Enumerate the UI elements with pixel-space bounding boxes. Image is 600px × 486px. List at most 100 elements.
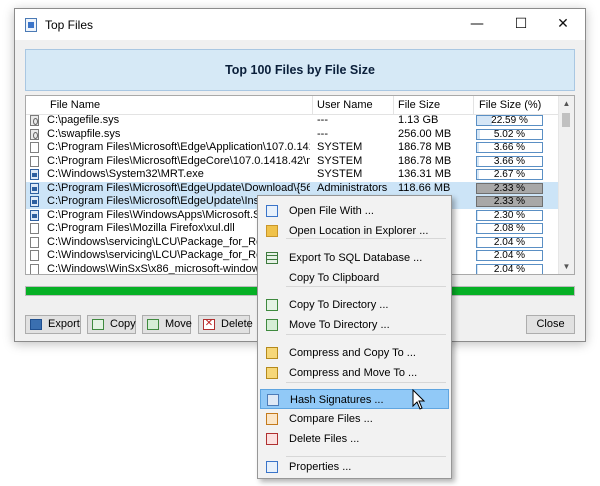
size-percent-bar: 2.08 %	[476, 223, 543, 234]
open-with-icon	[266, 205, 278, 217]
file-size-cell: 186.78 MB	[398, 154, 452, 167]
size-percent-bar: 3.66 %	[476, 142, 543, 153]
user-name-cell: SYSTEM	[317, 141, 363, 153]
user-name-cell: SYSTEM	[317, 154, 363, 167]
scroll-up-icon[interactable]: ▲	[559, 96, 574, 111]
file-name-cell: C:\swapfile.sys	[47, 127, 121, 140]
export-label: Export	[48, 318, 80, 330]
menu-separator	[286, 382, 446, 383]
size-percent-bar: 2.33 %	[476, 182, 543, 194]
copy-icon	[92, 319, 104, 330]
scroll-down-icon[interactable]: ▼	[559, 259, 574, 274]
size-percent-label: 3.66 %	[493, 155, 526, 167]
scroll-thumb[interactable]	[562, 113, 570, 127]
table-row[interactable]: C:\Program Files\Microsoft\EdgeUpdate\Do…	[26, 181, 560, 195]
hash-icon	[267, 394, 279, 406]
vertical-scrollbar[interactable]: ▲ ▼	[558, 96, 574, 274]
file-name-cell: C:\pagefile.sys	[47, 114, 120, 126]
table-row[interactable]: C:\swapfile.sys --- 256.00 MB 5.02 %	[26, 128, 560, 142]
menu-item-label: Open Location in Explorer ...	[289, 225, 429, 237]
window-title: Top Files	[45, 18, 94, 32]
user-name-cell: ---	[317, 114, 328, 126]
column-file-name[interactable]: File Name	[50, 99, 100, 111]
menu-item[interactable]: Compress and Move To ...	[260, 363, 449, 383]
file-size-cell: 186.78 MB	[398, 141, 452, 153]
compress-copy-icon	[266, 347, 278, 359]
move-button[interactable]: Move	[142, 315, 192, 334]
menu-separator	[286, 456, 446, 457]
column-separator[interactable]	[473, 96, 474, 114]
move-label: Move	[165, 318, 192, 330]
menu-item-label: Compress and Move To ...	[289, 367, 418, 379]
delete-label: Delete	[221, 318, 253, 330]
size-percent-fill	[477, 237, 479, 247]
menu-item-label: Properties ...	[289, 461, 352, 473]
file-icon	[30, 236, 39, 248]
delete-icon	[266, 433, 278, 445]
minimize-button[interactable]: —	[455, 9, 499, 40]
user-name-cell: SYSTEM	[317, 168, 363, 180]
table-row[interactable]: C:\Program Files\Microsoft\EdgeCore\107.…	[26, 155, 560, 169]
menu-item-label: Copy To Directory ...	[289, 299, 389, 311]
size-percent-label: 2.04 %	[493, 263, 526, 275]
move-icon	[147, 319, 159, 330]
size-percent-bar: 2.04 %	[476, 250, 543, 261]
compress-move-icon	[266, 367, 278, 379]
exe-file-icon	[30, 169, 39, 180]
menu-item[interactable]: Compare Files ...	[260, 409, 449, 429]
size-percent-label: 2.30 %	[493, 209, 526, 221]
table-row[interactable]: C:\Windows\System32\MRT.exe SYSTEM 136.31 …	[26, 168, 560, 182]
column-file-size[interactable]: File Size	[398, 99, 440, 111]
size-percent-label: 2.04 %	[493, 236, 526, 248]
maximize-button[interactable]: ☐	[499, 9, 543, 40]
table-row[interactable]: C:\Program Files\Microsoft\Edge\Applicat…	[26, 141, 560, 155]
menu-item-label: Open File With ...	[289, 205, 374, 217]
copy-button[interactable]: Copy	[87, 315, 136, 334]
menu-item[interactable]: Compress and Copy To ...	[260, 343, 449, 363]
copy-label: Copy	[110, 318, 136, 330]
size-percent-fill	[477, 116, 492, 125]
menu-item[interactable]: Properties ...	[260, 457, 449, 477]
close-button[interactable]: Close	[526, 315, 575, 334]
size-percent-bar: 5.02 %	[476, 128, 543, 140]
menu-item[interactable]: Copy To Clipboard	[260, 268, 449, 288]
column-separator[interactable]	[312, 96, 313, 114]
size-percent-label: 2.33 %	[493, 182, 526, 194]
report-header: Top 100 Files by File Size	[25, 49, 575, 91]
column-separator[interactable]	[393, 96, 394, 114]
folder-icon	[266, 225, 278, 237]
mouse-cursor-icon	[412, 389, 426, 410]
file-name-cell: C:\Program Files\Microsoft\Edge\Applicat…	[47, 141, 310, 153]
menu-item[interactable]: Move To Directory ...	[260, 315, 449, 335]
menu-separator	[286, 238, 446, 239]
menu-item[interactable]: Copy To Directory ...	[260, 295, 449, 315]
menu-separator	[286, 334, 446, 335]
file-size-cell: 136.31 MB	[398, 168, 452, 180]
menu-item-label: Compress and Copy To ...	[289, 347, 416, 359]
size-percent-fill	[477, 264, 479, 274]
size-percent-label: 2.33 %	[493, 196, 526, 207]
export-button[interactable]: Export	[25, 315, 81, 334]
size-percent-fill	[477, 156, 480, 166]
floppy-icon	[30, 319, 42, 330]
column-user-name[interactable]: User Name	[317, 99, 373, 111]
close-window-button[interactable]: ✕	[541, 9, 585, 40]
file-icon	[30, 155, 39, 167]
menu-item[interactable]: Export To SQL Database ...	[260, 248, 449, 268]
menu-item[interactable]: Delete Files ...	[260, 429, 449, 449]
column-file-size-pct[interactable]: File Size (%)	[479, 99, 541, 111]
user-name-cell: Administrators	[317, 181, 388, 194]
table-row[interactable]: C:\pagefile.sys --- 1.13 GB 22.59 %	[26, 114, 560, 128]
database-icon	[266, 252, 278, 264]
properties-icon	[266, 461, 278, 473]
file-name-cell: C:\Windows\System32\MRT.exe	[47, 168, 204, 180]
exe-file-icon	[30, 182, 39, 194]
system-file-icon	[30, 115, 39, 126]
menu-item-label: Compare Files ...	[289, 413, 373, 425]
title-bar[interactable]: Top Files — ☐ ✕	[15, 9, 585, 40]
size-percent-fill	[477, 170, 479, 179]
menu-item-label: Export To SQL Database ...	[289, 252, 423, 264]
menu-item[interactable]: Open File With ...	[260, 201, 449, 221]
size-percent-label: 22.59 %	[491, 115, 528, 126]
delete-button[interactable]: ✕ Delete	[198, 315, 253, 334]
